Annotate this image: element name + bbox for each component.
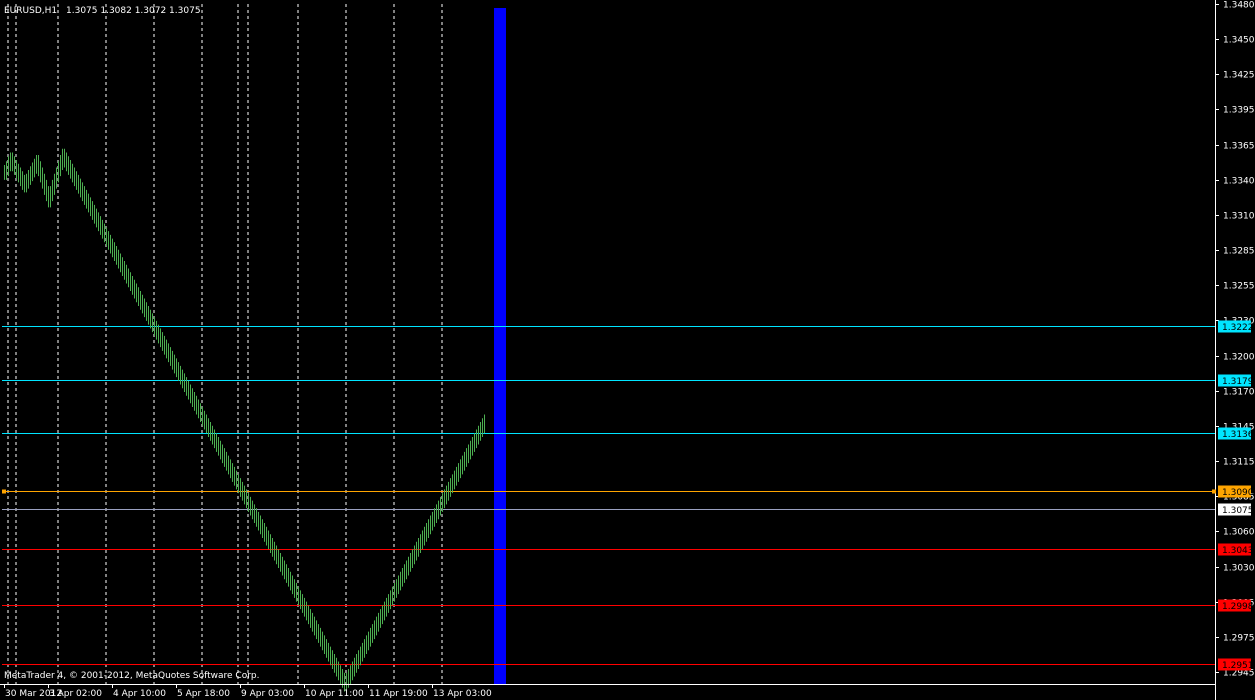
level-label-4: 1.3075 <box>1222 506 1254 516</box>
price-tick-label-16: 1.3030 <box>1223 564 1255 574</box>
price-tick-label-4: 1.3365 <box>1223 142 1255 152</box>
level-label-7: 1.2951 <box>1222 661 1254 671</box>
time-tick-label-2: 4 Apr 10:00 <box>113 689 166 699</box>
price-tick-label-6: 1.3310 <box>1223 212 1255 222</box>
price-tick-label-2: 1.3425 <box>1223 71 1255 81</box>
time-tick-label-4: 9 Apr 03:00 <box>241 689 294 699</box>
time-tick-label-7: 13 Apr 03:00 <box>433 689 492 699</box>
time-tick-label-1: 3 Apr 02:00 <box>49 689 102 699</box>
level-label-5: 1.3043 <box>1222 546 1254 556</box>
price-tick-label-10: 1.3200 <box>1223 353 1255 363</box>
price-tick-label-13: 1.3115 <box>1223 458 1255 468</box>
price-tick-label-5: 1.3340 <box>1223 177 1255 187</box>
price-tick-label-15: 1.3060 <box>1223 528 1255 538</box>
price-tick-label-7: 1.3285 <box>1223 247 1255 257</box>
price-chart[interactable]: 1.3480 1.3450 1.3425 1.3395 1.3365 1.3340 1.33… <box>0 0 1255 700</box>
time-tick-label-3: 5 Apr 18:00 <box>177 689 230 699</box>
ohlc-readout: 1.3075 1.3082 1.3072 1.3075 <box>66 6 201 16</box>
price-tick-label-18: 1.2975 <box>1223 634 1255 644</box>
time-tick-label-6: 11 Apr 19:00 <box>369 689 428 699</box>
level-label-2: 1.3136 <box>1222 430 1254 440</box>
level-label-0: 1.3222 <box>1222 323 1254 333</box>
level-label-6: 1.2998 <box>1222 602 1254 612</box>
level-marker-left-3 <box>2 489 6 494</box>
level-marker-right-3 <box>1212 489 1216 494</box>
price-tick-label-11: 1.3170 <box>1223 388 1255 398</box>
price-tick-label-3: 1.3395 <box>1223 106 1255 116</box>
symbol-label: EURUSD,H1 <box>4 6 57 16</box>
chart-background <box>0 0 1255 700</box>
copyright-text: MetaTrader 4, © 2001-2012, MetaQuotes So… <box>4 671 260 681</box>
price-tick-label-8: 1.3255 <box>1223 282 1255 292</box>
price-tick-label-1: 1.3450 <box>1223 36 1255 46</box>
level-label-1: 1.3179 <box>1222 377 1254 387</box>
highlight-band <box>494 8 506 684</box>
time-tick-label-5: 10 Apr 11:00 <box>305 689 364 699</box>
price-tick-label-0: 1.3480 <box>1223 1 1255 11</box>
level-label-3: 1.3090 <box>1222 488 1254 498</box>
